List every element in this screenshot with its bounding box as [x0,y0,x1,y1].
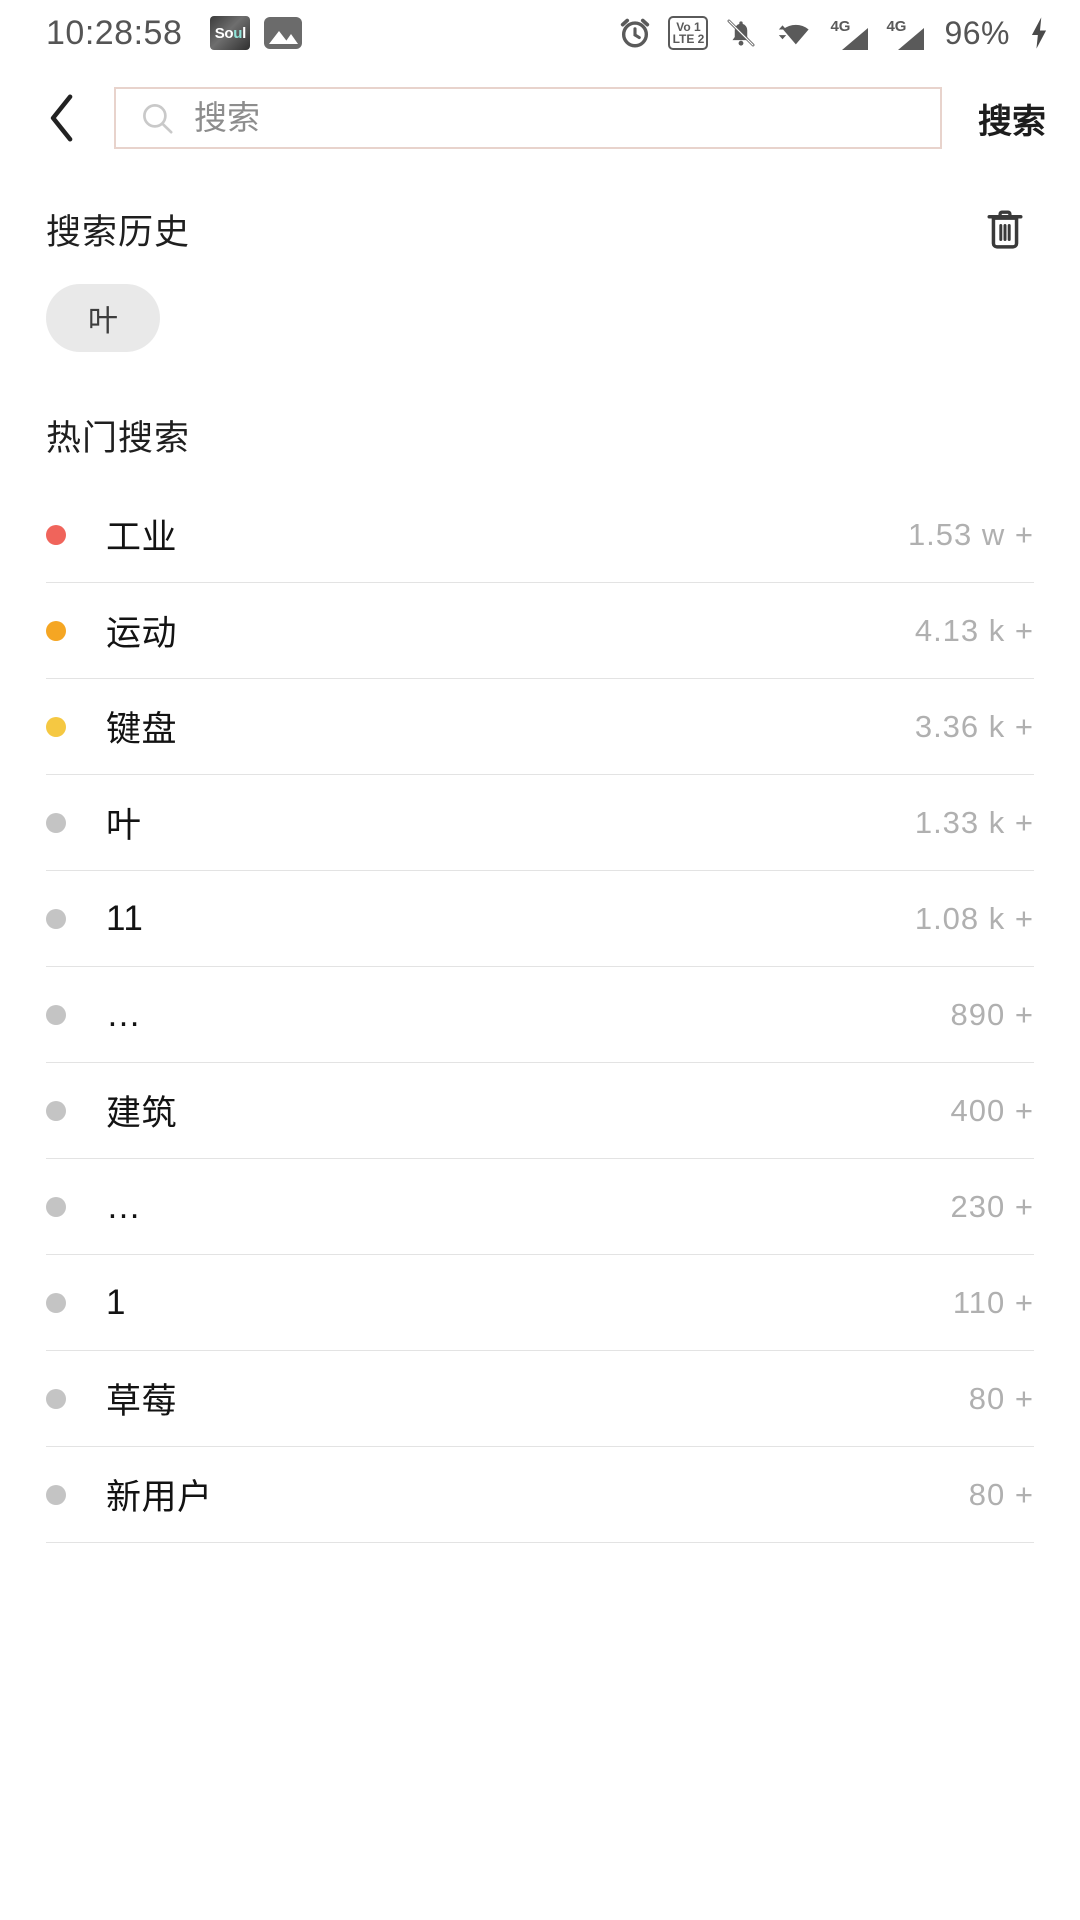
hot-search-keyword: … [106,1186,142,1226]
battery-percent: 96% [944,14,1010,51]
search-field[interactable] [114,87,942,149]
signal-4g-icon-2: 4G [884,16,925,50]
hot-search-row[interactable]: 键盘 3.36 k + [46,679,1034,775]
signal-bars-2 [898,28,925,50]
hot-search-row[interactable]: … 230 + [46,1159,1034,1255]
rank-dot-icon [46,1196,66,1217]
hot-search-keyword: … [106,994,142,1034]
hot-search-row[interactable]: 运动 4.13 k + [46,583,1034,679]
wifi-icon [779,24,810,45]
rank-dot-icon [46,1292,66,1313]
hot-search-row[interactable]: 工业 1.53 w + [46,487,1034,583]
hot-search-count: 1.08 k + [914,900,1034,936]
rank-dot-icon [46,1004,66,1025]
hot-search-count: 80 + [968,1476,1034,1512]
rank-dot-icon [46,1388,66,1409]
hot-search-keyword: 草莓 [106,1382,178,1421]
status-bar-notification-icons: So u l [210,16,303,50]
hot-search-count: 400 + [950,1092,1034,1128]
hot-search-keyword: 叶 [106,806,142,845]
hot-search-count: 4.13 k + [914,612,1034,648]
soul-app-icon: So u l [210,16,251,50]
hot-search-count: 890 + [950,996,1034,1032]
hot-search-count: 3.36 k + [914,708,1034,744]
bell-muted-icon [727,19,755,47]
hot-search-count: 110 + [952,1284,1034,1320]
search-history-header: 搜索历史 [0,170,1080,258]
hot-search-keyword: 键盘 [106,710,178,749]
search-submit-button[interactable]: 搜索 [964,94,1052,143]
rank-dot-icon [46,812,66,833]
gallery-icon [264,17,303,49]
hot-search-row[interactable]: … 890 + [46,967,1034,1063]
rank-dot-icon [46,1484,66,1505]
hot-search-keyword: 建筑 [106,1094,178,1133]
hot-search-keyword: 运动 [106,614,178,653]
hot-search-keyword: 工业 [106,518,178,557]
hot-search-list: 工业 1.53 w + 运动 4.13 k + 键盘 3.36 k + 叶 1.33 k + 1… [0,487,1080,1543]
search-history-chips: 叶 [0,258,1080,352]
hot-search-header: 热门搜索 [0,352,1080,461]
rank-dot-icon [46,620,66,641]
status-bar-clock: 10:28:58 [46,13,183,52]
hot-search-row[interactable]: 11 1.08 k + [46,871,1034,967]
status-bar-system-icons: Vo 1 LTE 2 4G 4G 96% [618,15,1052,52]
rank-dot-icon [46,1100,66,1121]
hot-search-row[interactable]: 草莓 80 + [46,1351,1034,1447]
volte-icon: Vo 1 LTE 2 [668,16,709,50]
trash-icon [987,210,1023,249]
volte-line-2: LTE 2 [672,32,705,46]
hot-search-row[interactable]: 叶 1.33 k + [46,775,1034,871]
signal-bars-1 [842,28,869,50]
history-chip[interactable]: 叶 [46,284,160,352]
hot-search-count: 230 + [950,1188,1034,1224]
clear-history-button[interactable] [976,200,1034,258]
hot-search-row[interactable]: 1 110 + [46,1255,1034,1351]
hot-search-row[interactable]: 新用户 80 + [46,1447,1034,1543]
hot-search-keyword: 1 [106,1282,126,1322]
rank-dot-icon [46,908,66,929]
status-bar: 10:28:58 So u l Vo 1 LTE 2 4G 4G 96% [0,0,1080,66]
search-history-title: 搜索历史 [46,212,191,252]
search-header: 搜索 [0,66,1080,170]
signal-4g-icon-1: 4G [828,16,869,50]
hot-search-count: 1.33 k + [914,804,1034,840]
hot-search-count: 1.53 w + [907,516,1034,552]
charging-bolt-icon [1031,17,1047,49]
hot-search-count: 80 + [968,1380,1034,1416]
rank-dot-icon [46,716,66,737]
hot-search-row[interactable]: 建筑 400 + [46,1063,1034,1159]
hot-search-title: 热门搜索 [46,419,191,458]
hot-search-keyword: 11 [106,898,144,938]
search-icon [143,104,173,134]
rank-dot-icon [46,524,66,545]
chevron-left-icon [50,94,73,142]
hot-search-keyword: 新用户 [106,1478,213,1517]
search-input[interactable] [194,99,916,137]
alarm-icon [621,18,650,48]
back-button[interactable] [34,87,92,149]
